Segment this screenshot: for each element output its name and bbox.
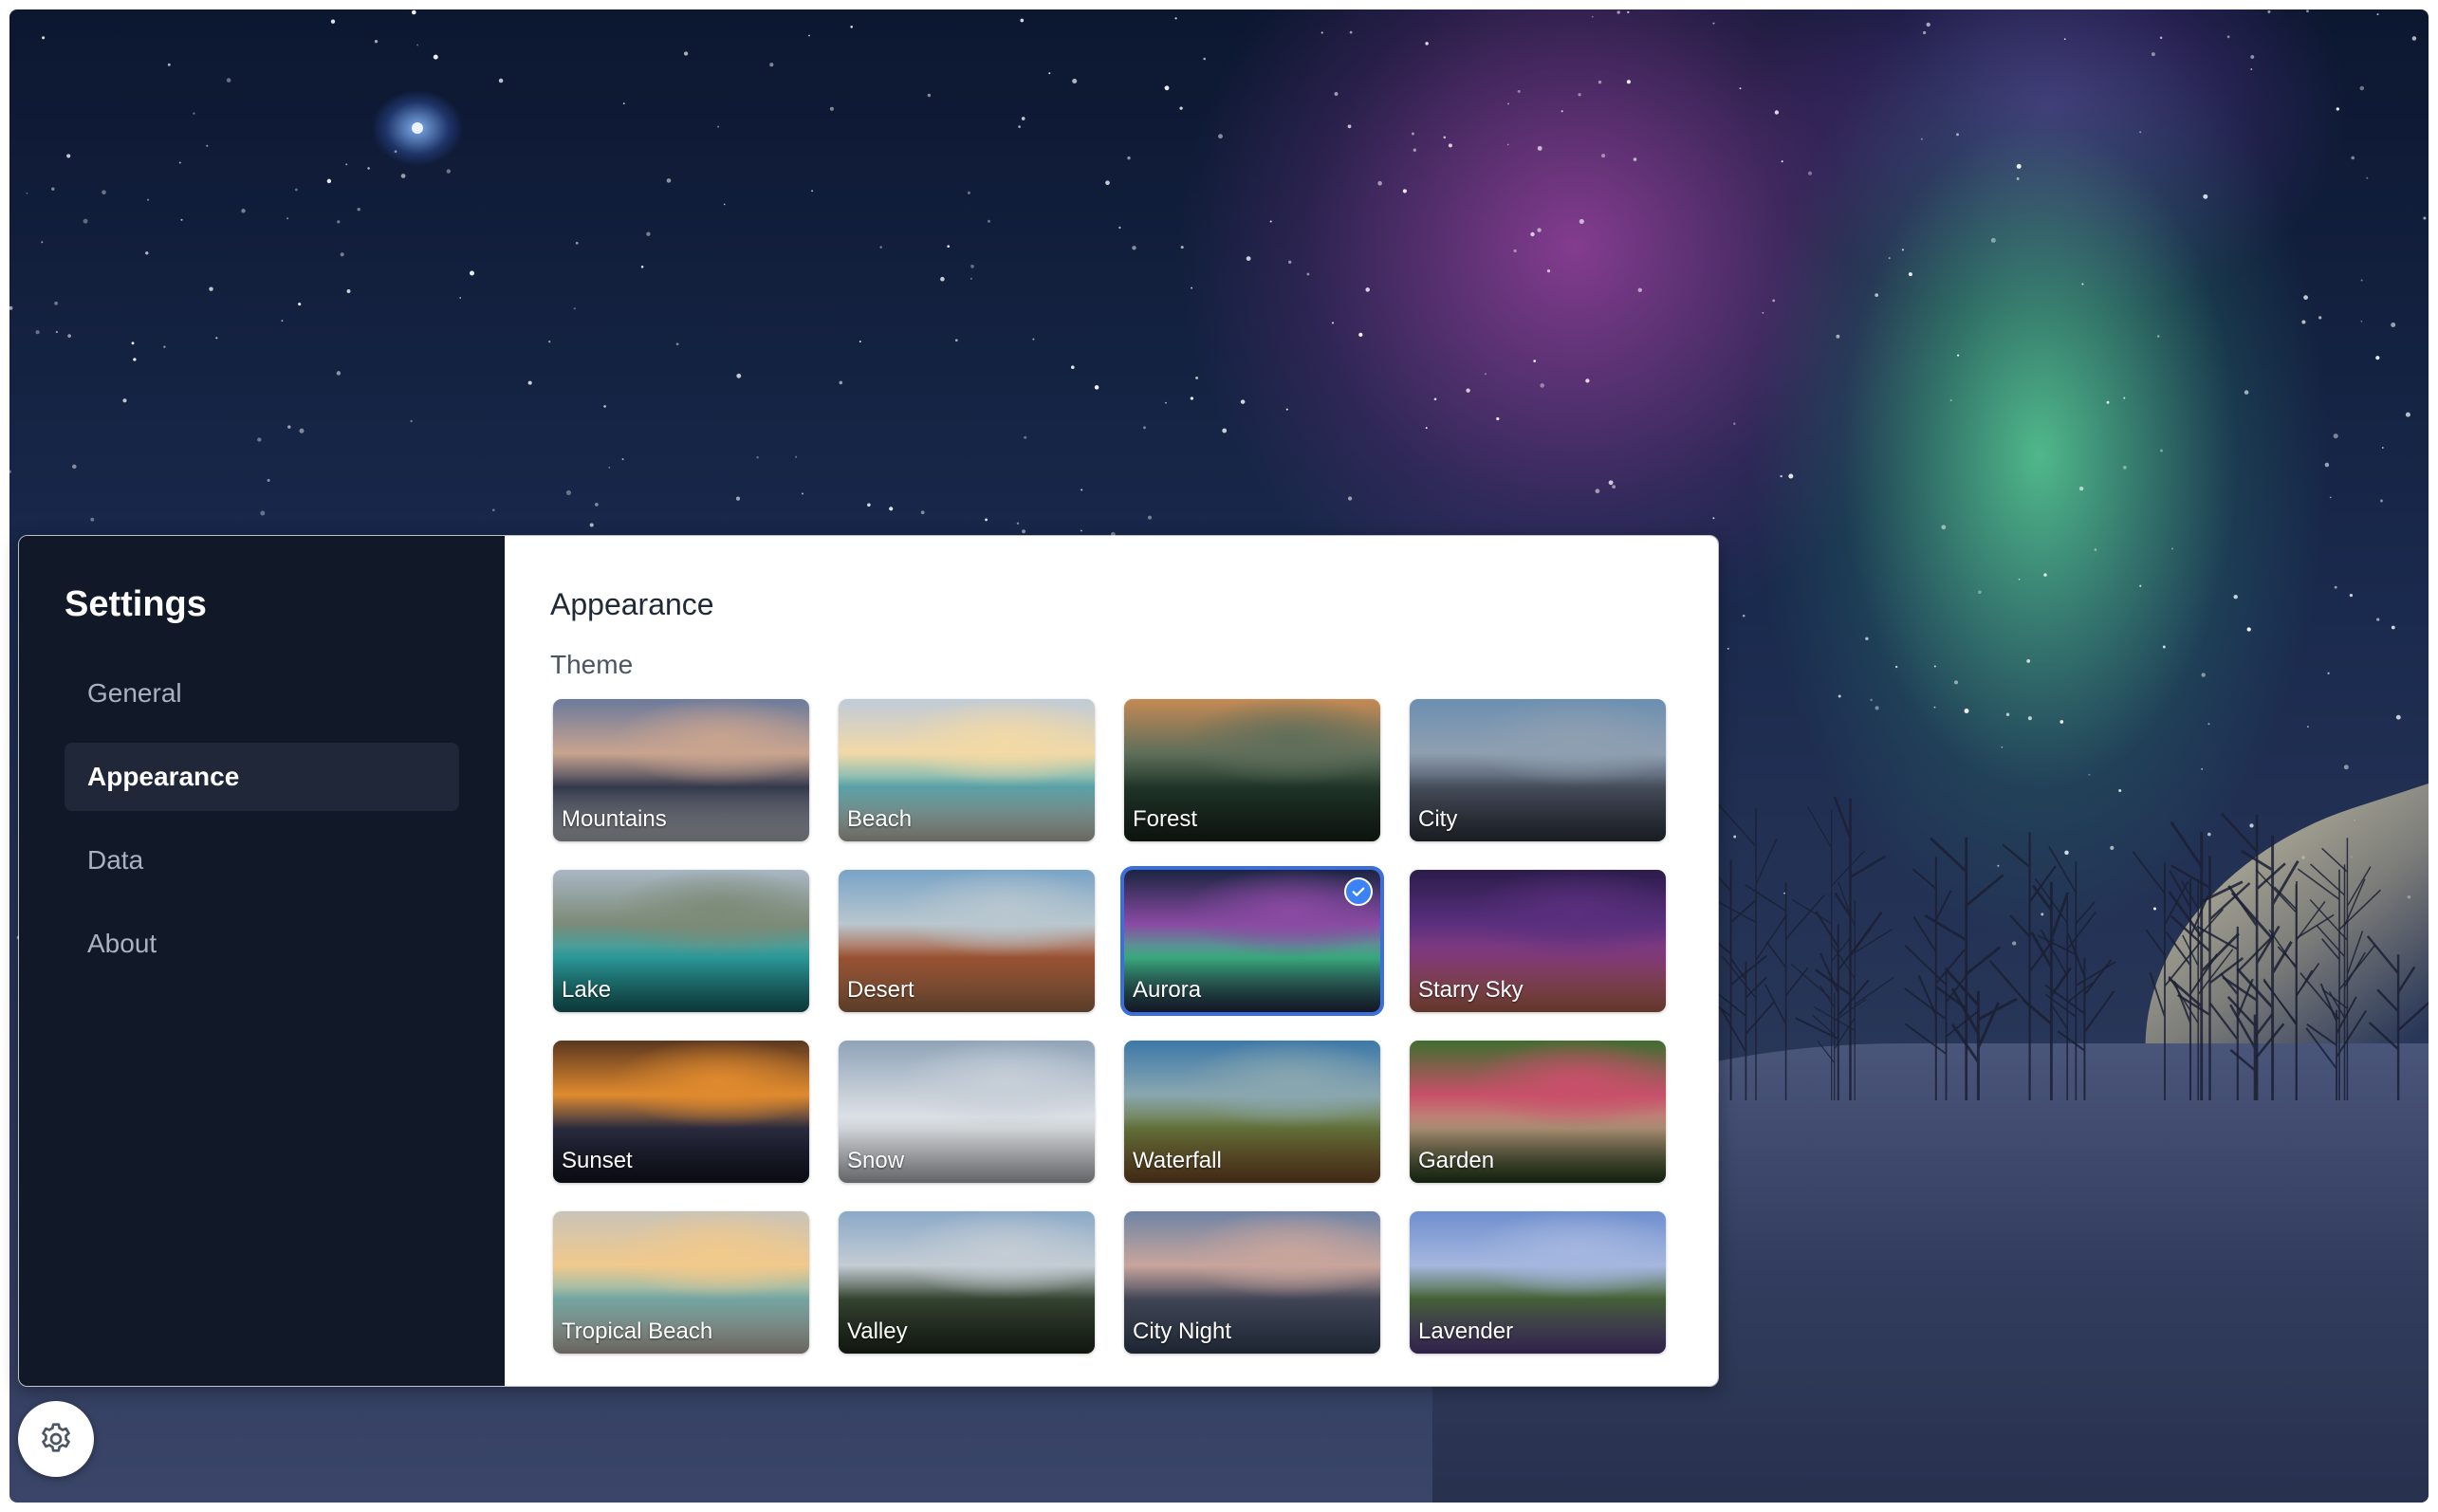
- theme-label: Desert: [847, 977, 914, 1003]
- theme-label: Snow: [847, 1148, 905, 1173]
- theme-label: Lavender: [1418, 1318, 1514, 1344]
- theme-card-city-night[interactable]: City Night: [1124, 1211, 1380, 1354]
- theme-card-garden[interactable]: Garden: [1410, 1041, 1666, 1183]
- sidebar-title: Settings: [65, 584, 207, 624]
- theme-card-lake[interactable]: Lake: [553, 870, 809, 1012]
- theme-card-snow[interactable]: Snow: [839, 1041, 1095, 1183]
- page-title: Appearance: [550, 587, 714, 621]
- theme-label: Aurora: [1133, 977, 1202, 1003]
- sidebar-nav: General Appearance Data About: [65, 659, 459, 978]
- checkmark-icon: [1344, 877, 1373, 906]
- sidebar-item-general[interactable]: General: [65, 659, 459, 728]
- theme-card-aurora[interactable]: Aurora: [1120, 866, 1384, 1016]
- theme-label: Starry Sky: [1418, 977, 1524, 1003]
- gear-icon: [42, 1423, 70, 1452]
- tree-silhouettes: [1708, 796, 2429, 1100]
- theme-label: Forest: [1133, 806, 1198, 832]
- settings-button[interactable]: [18, 1401, 94, 1477]
- theme-label: Valley: [847, 1318, 908, 1344]
- theme-card-forest[interactable]: Forest: [1124, 699, 1380, 841]
- section-label-theme: Theme: [550, 650, 634, 679]
- theme-label: Beach: [847, 806, 913, 832]
- theme-label: City: [1418, 806, 1458, 832]
- sidebar-item-appearance[interactable]: Appearance: [65, 743, 459, 811]
- theme-label: Garden: [1418, 1148, 1495, 1173]
- settings-sidebar: Settings General Appearance Data About: [19, 536, 505, 1386]
- theme-card-lavender[interactable]: Lavender: [1410, 1211, 1666, 1354]
- theme-card-valley[interactable]: Valley: [839, 1211, 1095, 1354]
- settings-window: Settings General Appearance Data About Appe…: [18, 535, 1719, 1387]
- theme-card-starry-sky[interactable]: Starry Sky: [1410, 870, 1666, 1012]
- theme-label: Tropical Beach: [562, 1318, 713, 1344]
- theme-grid: Mountains Beach Forest City Lake Desert Aurora…: [550, 699, 1672, 1354]
- theme-card-waterfall[interactable]: Waterfall: [1124, 1041, 1380, 1183]
- settings-content: Appearance Theme Mountains Beach Forest Cit…: [505, 536, 1718, 1386]
- sidebar-item-data[interactable]: Data: [65, 826, 459, 894]
- theme-label: Lake: [562, 977, 612, 1003]
- theme-label: Sunset: [562, 1148, 633, 1173]
- theme-label: Mountains: [562, 806, 667, 832]
- theme-card-mountains[interactable]: Mountains: [553, 699, 809, 841]
- theme-card-desert[interactable]: Desert: [839, 870, 1095, 1012]
- theme-label: Waterfall: [1133, 1148, 1222, 1173]
- theme-card-tropical-beach[interactable]: Tropical Beach: [553, 1211, 809, 1354]
- theme-card-beach[interactable]: Beach: [839, 699, 1095, 841]
- theme-label: City Night: [1133, 1318, 1232, 1344]
- theme-card-sunset[interactable]: Sunset: [553, 1041, 809, 1183]
- theme-card-city[interactable]: City: [1410, 699, 1666, 841]
- sidebar-item-about[interactable]: About: [65, 910, 459, 978]
